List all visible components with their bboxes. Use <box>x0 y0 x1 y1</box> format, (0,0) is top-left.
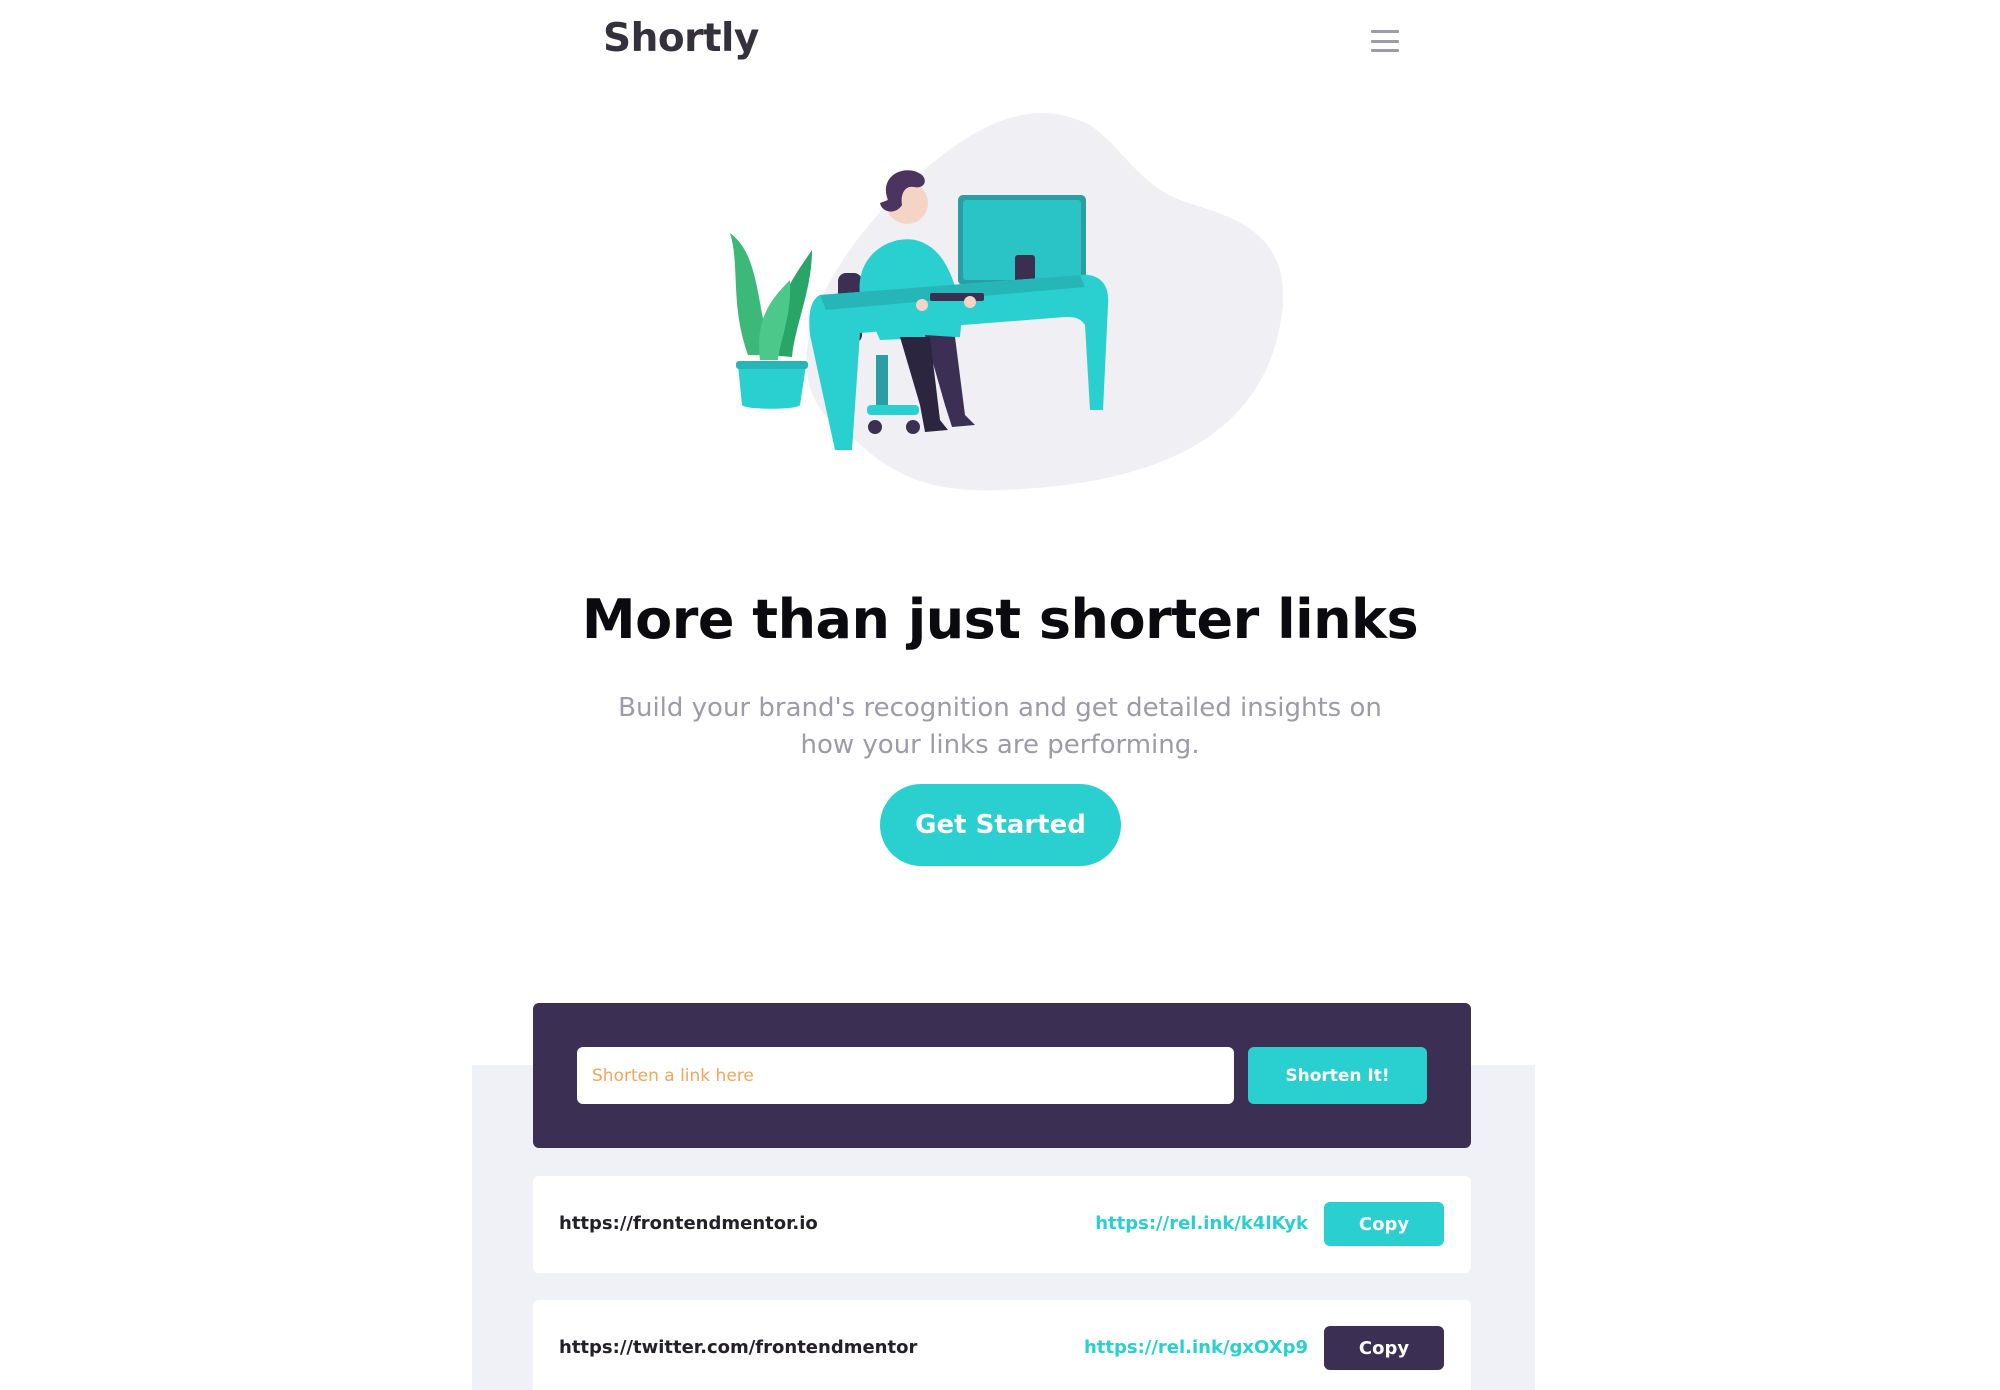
shortened-link-row: https://frontendmentor.io https://rel.in… <box>533 1176 1471 1273</box>
page: Shortly More than just shorter links Bui… <box>0 0 2000 1390</box>
hero-title: More than just shorter links <box>581 588 1419 651</box>
short-url-link[interactable]: https://rel.ink/k4lKyk <box>1095 1213 1308 1234</box>
copy-button[interactable]: Copy <box>1324 1202 1444 1246</box>
menu-bar <box>1371 49 1399 52</box>
shorten-form: Shorten It! <box>533 1003 1471 1148</box>
get-started-button[interactable]: Get Started <box>880 784 1121 866</box>
logo[interactable]: Shortly <box>603 16 759 61</box>
person-working-at-desk-illustration <box>730 113 1284 491</box>
menu-bar <box>1371 39 1399 43</box>
original-url: https://twitter.com/frontendmentor <box>559 1337 918 1358</box>
menu-bar <box>1371 30 1399 33</box>
original-url: https://frontendmentor.io <box>559 1213 818 1234</box>
shortened-link-row: https://twitter.com/frontendmentor https… <box>533 1300 1471 1390</box>
copy-button[interactable]: Copy <box>1324 1326 1444 1370</box>
shorten-it-button[interactable]: Shorten It! <box>1248 1047 1427 1104</box>
short-url-link[interactable]: https://rel.ink/gxOXp9 <box>1084 1337 1308 1358</box>
hamburger-menu-icon[interactable] <box>1371 30 1399 52</box>
shorten-url-input[interactable] <box>577 1047 1234 1104</box>
hero-subtitle: Build your brand's recognition and get d… <box>618 693 1382 760</box>
